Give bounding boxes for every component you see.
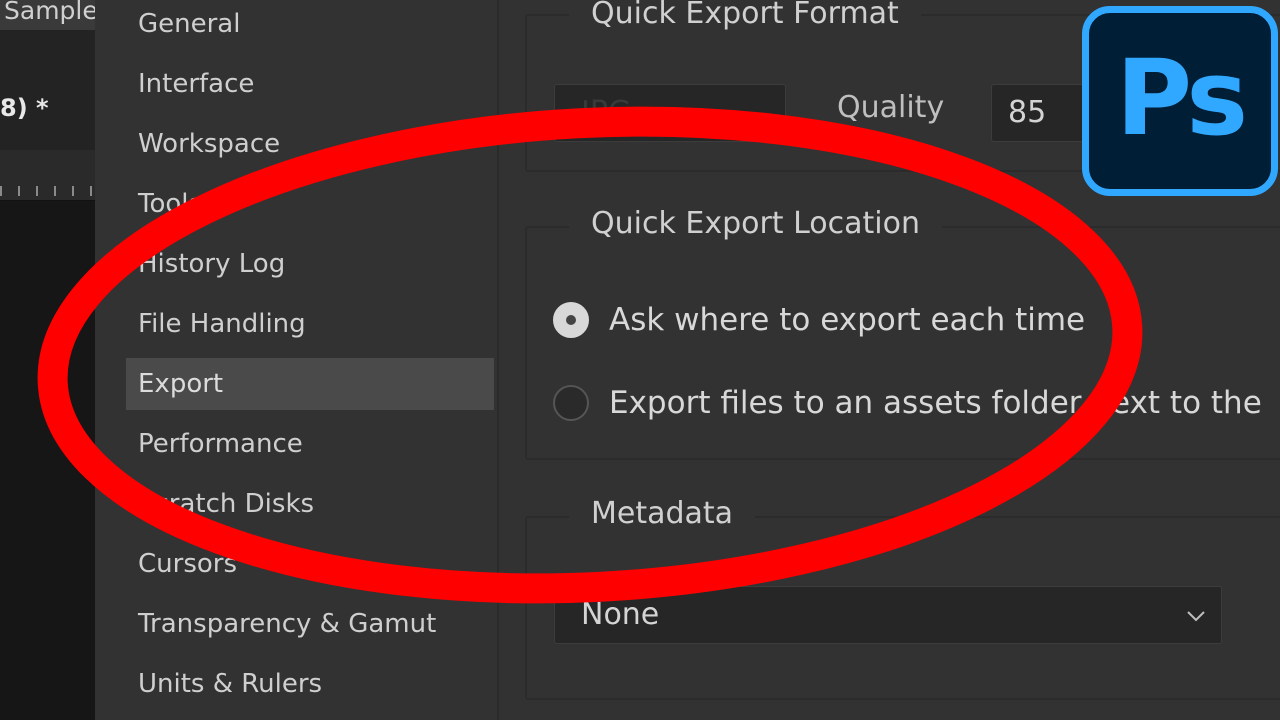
quality-input[interactable]: 85 — [991, 84, 1091, 142]
nav-item-cursors[interactable]: Cursors — [126, 538, 494, 590]
quick-export-format-title: Quick Export Format — [569, 0, 921, 31]
metadata-title: Metadata — [569, 496, 756, 531]
nav-item-file-handling[interactable]: File Handling — [126, 298, 494, 350]
nav-item-general[interactable]: General — [126, 0, 494, 50]
radio-assets-label: Export files to an assets folder next to… — [609, 385, 1262, 421]
radio-row-assets[interactable]: Export files to an assets folder next to… — [553, 385, 1262, 421]
nav-item-export[interactable]: Export — [126, 358, 494, 410]
nav-item-tools[interactable]: Tools — [126, 178, 494, 230]
metadata-select[interactable]: None — [554, 586, 1222, 644]
quick-export-location-title: Quick Export Location — [569, 206, 942, 241]
nav-item-performance[interactable]: Performance — [126, 418, 494, 470]
nav-item-units-rulers[interactable]: Units & Rulers — [126, 658, 494, 710]
metadata-select-value: None — [581, 597, 660, 632]
radio-ask-label: Ask where to export each time — [609, 302, 1086, 338]
preferences-nav: General Interface Workspace Tools Histor… — [95, 0, 497, 720]
radio-assets[interactable] — [553, 385, 589, 421]
document-tab-sample[interactable]: Sample — [0, 0, 95, 30]
nav-item-scratch-disks[interactable]: Scratch Disks — [126, 478, 494, 530]
quick-export-location-group — [525, 226, 1280, 460]
horizontal-ruler — [0, 150, 95, 201]
chevron-down-icon — [1187, 611, 1205, 622]
nav-item-workspace[interactable]: Workspace — [126, 118, 494, 170]
nav-item-transparency-gamut[interactable]: Transparency & Gamut — [126, 598, 494, 650]
quality-label: Quality — [837, 90, 945, 125]
nav-item-history-log[interactable]: History Log — [126, 238, 494, 290]
nav-item-interface[interactable]: Interface — [126, 58, 494, 110]
photoshop-logo: Ps — [1082, 6, 1278, 196]
radio-ask-selected[interactable] — [553, 302, 589, 338]
canvas-area — [0, 201, 95, 720]
radio-row-ask[interactable]: Ask where to export each time — [553, 302, 1085, 338]
format-select[interactable]: JPG — [554, 84, 786, 142]
